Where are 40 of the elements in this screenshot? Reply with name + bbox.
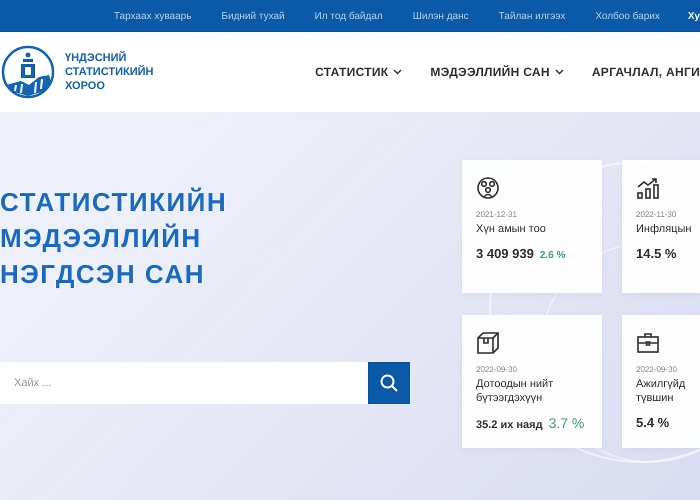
search-field[interactable]: Хайх ... — [0, 362, 368, 404]
hero-title: СТАТИСТИКИЙН МЭДЭЭЛЛИЙН НЭГДСЭН САН — [0, 186, 228, 291]
logo-text[interactable]: ҮНДЭСНИЙ СТАТИСТИКИЙН ХОРОО — [65, 51, 154, 93]
search-button[interactable] — [368, 362, 410, 404]
card-date: 2022-09-30 — [636, 365, 678, 374]
emblem-logo-icon[interactable] — [1, 45, 55, 99]
nav-item[interactable]: АРГАЧЛАЛ, АНГИ — [592, 65, 700, 79]
top-link[interactable]: Шилэн данс — [382, 10, 469, 22]
bar-chart-icon — [636, 176, 660, 200]
card-date: 2022-09-30 — [476, 365, 518, 374]
people-icon — [476, 176, 500, 200]
top-link[interactable]: Бидний тухай — [191, 10, 285, 22]
card-change: 3.7 % — [548, 415, 584, 431]
top-link[interactable]: Тайлан илгээх — [468, 10, 566, 22]
card-value: 14.5 % — [636, 246, 676, 261]
stat-card[interactable]: 2021-12-31 Хүн амын тоо 3 409 939 2.6 % — [462, 160, 602, 293]
search-icon — [379, 373, 399, 393]
top-link[interactable]: Тархаах хуваарь — [84, 10, 192, 22]
card-date: 2022-11-30 — [636, 210, 678, 219]
card-value: 35.2 их наяд — [476, 419, 543, 431]
card-value: 3 409 939 — [476, 246, 534, 261]
stat-card[interactable]: 2022-11-30 Инфляцын 14.5 % — [622, 160, 700, 293]
top-link[interactable]: Холбоо барих — [565, 10, 660, 22]
card-title: Ажилгүйд түвшин — [636, 377, 686, 405]
card-title: Инфляцын — [636, 222, 692, 236]
card-title: Хүн амын тоо — [476, 222, 547, 236]
caret-icon — [554, 69, 564, 75]
nav-item[interactable]: СТАТИСТИК — [315, 65, 402, 79]
card-value: 5.4 % — [636, 415, 670, 430]
top-link[interactable]: Ху — [660, 10, 700, 22]
card-date: 2021-12-31 — [476, 210, 518, 219]
stat-card[interactable]: 2022-09-30 Ажилгүйд түвшин 5.4 % — [622, 315, 700, 448]
card-change: 2.6 % — [540, 250, 566, 261]
nav-item[interactable]: МЭДЭЭЛЛИЙН САН — [430, 65, 564, 79]
caret-icon — [393, 69, 402, 75]
box-icon — [476, 331, 500, 355]
stat-card[interactable]: 2022-09-30 Дотоодын нийт бүтээгдэхүүн 35.2 их наяд 3.7 % — [462, 315, 602, 448]
card-title: Дотоодын нийт бүтээгдэхүүн — [476, 377, 554, 405]
top-link[interactable]: Ил тод байдал — [284, 10, 383, 22]
briefcase-icon — [636, 331, 660, 355]
